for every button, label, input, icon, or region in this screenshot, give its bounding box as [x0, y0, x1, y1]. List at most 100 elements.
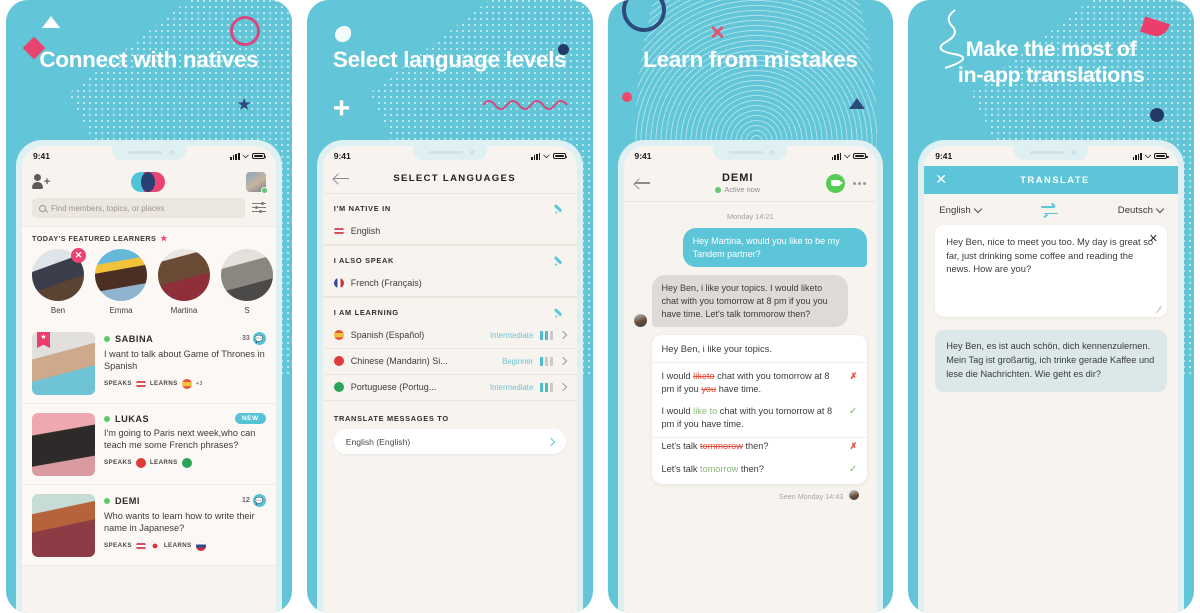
- add-user-icon[interactable]: +: [32, 174, 50, 190]
- correction-original: Hey Ben, i like your topics.: [651, 335, 868, 364]
- message-bubble-outgoing: Hey Martina, would you like to be my Tan…: [682, 228, 868, 268]
- star-icon: ★: [236, 95, 252, 114]
- chat-scroll[interactable]: Monday 14:21 Hey Martina, would you like…: [624, 202, 878, 613]
- status-bar: 9:41 ⌵: [22, 146, 276, 166]
- clear-icon[interactable]: ✕: [1149, 234, 1158, 245]
- notch: [1014, 146, 1089, 160]
- video-call-icon[interactable]: [825, 173, 845, 193]
- resize-handle-icon[interactable]: [1155, 306, 1162, 313]
- status-time: 9:41: [333, 151, 351, 161]
- source-language-select[interactable]: English: [939, 204, 982, 216]
- status-indicators: ⌵: [531, 151, 568, 161]
- wifi-icon: ⌵: [543, 151, 550, 160]
- flag-br-icon: [181, 457, 192, 468]
- triangle-icon: [849, 98, 866, 109]
- member-info: SABINA 33 💬 I want to talk about Game of…: [104, 332, 266, 395]
- pencil-icon[interactable]: [555, 203, 566, 214]
- flag-br-icon: [333, 382, 344, 392]
- translate-to-select[interactable]: English (English): [333, 429, 566, 454]
- chevron-right-icon: [546, 437, 555, 446]
- online-dot-icon: [104, 497, 110, 504]
- table-row[interactable]: DEMI 12 💬 Who wants to learn how to writ…: [22, 485, 276, 566]
- list-item-label: Emma: [109, 306, 133, 315]
- section-header-also-speak: I ALSO SPEAK: [322, 245, 577, 271]
- chat-status-text: Active now: [724, 185, 761, 194]
- community-scroll[interactable]: + Find members, topics, or places TODAY'…: [22, 166, 276, 613]
- check-mark-icon: ✓: [848, 405, 858, 417]
- avatar[interactable]: [245, 172, 268, 194]
- correction-card[interactable]: Hey Ben, i like your topics. I would lik…: [651, 335, 868, 484]
- more-options-icon[interactable]: [852, 181, 867, 185]
- check-mark-icon: ✓: [848, 463, 858, 475]
- camera-icon: [770, 150, 776, 155]
- back-arrow-icon[interactable]: [333, 173, 349, 184]
- speaker-grill: [1030, 151, 1065, 154]
- target-language-select[interactable]: Deutsch: [1118, 204, 1165, 216]
- list-item[interactable]: French (Français): [322, 271, 577, 297]
- list-item[interactable]: S: [221, 249, 273, 315]
- member-info: DEMI 12 💬 Who wants to learn how to writ…: [104, 494, 266, 557]
- close-icon[interactable]: ✕: [71, 248, 86, 263]
- list-item[interactable]: Chinese (Mandarin) Si... Beginner: [322, 349, 577, 375]
- filter-icon[interactable]: [251, 202, 266, 214]
- avatar: ✕: [32, 248, 86, 301]
- tandem-logo-icon: [130, 172, 165, 192]
- search-placeholder: Find members, topics, or places: [51, 203, 165, 213]
- translate-source-input[interactable]: ✕ Hey Ben, nice to meet you too. My day …: [935, 225, 1167, 318]
- camera-icon: [1071, 150, 1077, 155]
- level-label: Beginner: [502, 356, 534, 366]
- featured-title: TODAY'S FEATURED LEARNERS ★: [32, 234, 266, 243]
- chevron-down-icon: [1155, 204, 1165, 213]
- search-input[interactable]: Find members, topics, or places: [32, 198, 245, 218]
- message-count: 33: [241, 335, 250, 342]
- translate-scroll[interactable]: English Deutsch ✕ Hey Ben, nice to meet …: [924, 194, 1178, 613]
- text-segment: I would: [661, 405, 694, 416]
- text-segment: then?: [742, 441, 769, 452]
- list-item[interactable]: Martina: [158, 249, 210, 315]
- list-item[interactable]: Spanish (Español) Intermediate: [322, 323, 577, 349]
- battery-icon: [251, 152, 267, 160]
- corrected-text: like to: [693, 405, 718, 416]
- date-divider: Monday 14:21: [726, 212, 774, 221]
- chat-partner-info: DEMI Active now: [658, 172, 818, 194]
- battery-icon: [552, 152, 568, 160]
- phone-screen: 9:41 ⌵ ✕ TRANSLATE English Deutsch ✕ Hey…: [924, 146, 1178, 613]
- flag-ru-icon: [195, 540, 206, 551]
- incoming-message-row: Hey Ben, i like your topics. I would lik…: [633, 275, 868, 328]
- level-label: Intermediate: [489, 330, 534, 340]
- avatar: [158, 249, 210, 301]
- close-icon[interactable]: ✕: [935, 172, 947, 186]
- pencil-icon[interactable]: [555, 307, 566, 318]
- list-item-label: Martina: [170, 306, 198, 315]
- list-item[interactable]: English: [322, 219, 577, 245]
- speaker-grill: [428, 151, 463, 154]
- pencil-icon[interactable]: [555, 255, 566, 266]
- list-item[interactable]: Emma: [95, 249, 147, 315]
- page-title: SELECT LANGUAGES: [393, 173, 516, 184]
- member-photo: [32, 494, 95, 557]
- correction-text: Let's talk tomorrow then?: [662, 463, 842, 476]
- language-name: Chinese (Mandarin) Si...: [350, 356, 448, 366]
- page-title: Select language levels: [332, 47, 567, 72]
- swap-languages-icon[interactable]: [1040, 202, 1058, 218]
- promo-panel-levels: + Select language levels 9:41 ⌵ SELECT L…: [306, 0, 593, 613]
- nav-bar: SELECT LANGUAGES: [322, 166, 577, 193]
- language-name: Spanish (Español): [350, 330, 425, 340]
- speaks-label: SPEAKS: [104, 380, 132, 388]
- table-row[interactable]: LUKAS NEW I'm going to Paris next week,w…: [22, 404, 276, 485]
- featured-learners-section: TODAY'S FEATURED LEARNERS ★ ✕ Ben Emma M…: [22, 226, 276, 323]
- languages-scroll[interactable]: SELECT LANGUAGES I'M NATIVE IN English I…: [322, 166, 577, 613]
- back-arrow-icon[interactable]: [634, 178, 650, 189]
- section-header-native: I'M NATIVE IN: [322, 193, 577, 219]
- text-segment: Let's talk: [661, 463, 701, 474]
- flag-us-icon: [333, 226, 344, 236]
- member-photo: ★: [32, 332, 95, 395]
- list-item[interactable]: Portuguese (Portug... Intermediate: [322, 375, 577, 401]
- wifi-icon: ⌵: [844, 151, 851, 160]
- avatar: [633, 314, 647, 328]
- list-item[interactable]: ✕ Ben: [32, 248, 86, 315]
- table-row[interactable]: ★ SABINA 33 💬 I want to talk about Game …: [22, 323, 276, 404]
- app-top-bar: +: [22, 166, 276, 198]
- speaks-label: SPEAKS: [104, 542, 132, 550]
- strikethrough-error: liketo: [693, 371, 715, 382]
